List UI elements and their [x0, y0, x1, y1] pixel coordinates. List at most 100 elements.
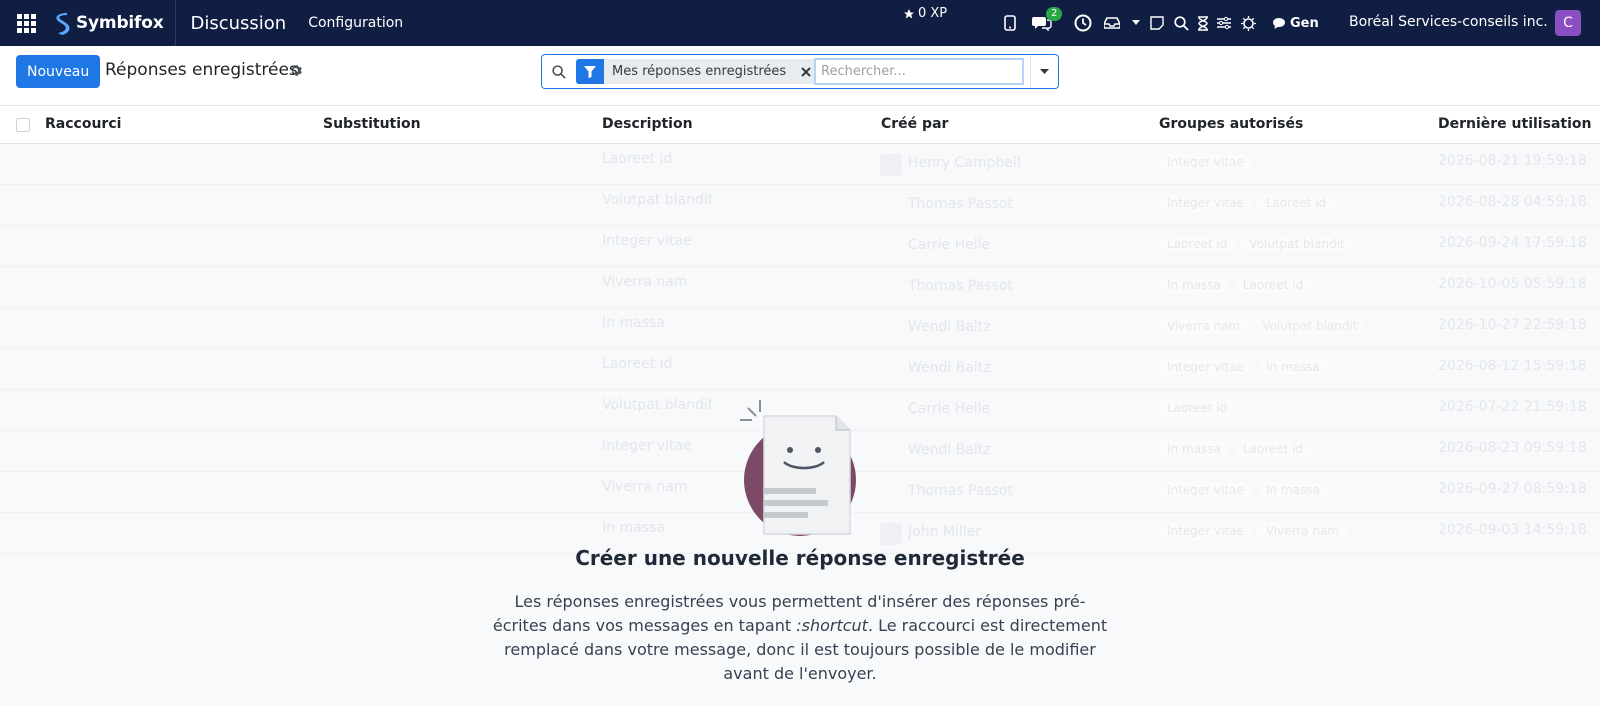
row-description: Viverra nam [602, 479, 688, 495]
brand-logo-icon [56, 13, 70, 35]
messages-button[interactable]: 2 [1032, 7, 1063, 35]
xp-indicator[interactable]: 0 XP [903, 6, 947, 21]
row-last-used: 2026-08-21 19:59:18 [1438, 153, 1587, 169]
gen-button[interactable]: Gen [1272, 11, 1319, 35]
messages-badge: 2 [1046, 7, 1063, 21]
avatar [880, 523, 902, 545]
row-last-used: 2026-09-27 08:59:18 [1438, 481, 1587, 497]
row-created-by: John Miller [908, 524, 982, 540]
row-created-by: Wendi Baltz [908, 360, 991, 376]
group-tag: In massa [1257, 359, 1328, 375]
systray: 2 Gen [1004, 0, 1325, 46]
bug-icon[interactable] [1241, 11, 1256, 35]
row-last-used: 2026-10-05 05:59:18 [1438, 276, 1587, 292]
new-button[interactable]: Nouveau [16, 55, 101, 88]
user-avatar[interactable]: C [1555, 10, 1581, 36]
speech-bubble-icon [1273, 17, 1285, 29]
page-title: Réponses enregistrées [105, 60, 298, 80]
group-tag: Integer vitae [1159, 154, 1252, 170]
note-icon[interactable] [1150, 11, 1164, 35]
row-created-by: Carrie Helle [908, 401, 991, 417]
filter-icon [576, 59, 604, 84]
table-row: Laoreet id Wendi Baltz Integer vitae In m… [0, 349, 1600, 390]
sliders-icon[interactable] [1217, 11, 1231, 35]
facet-label: Mes réponses enregistrées [612, 64, 787, 79]
row-created-by: Henry Campbell [908, 155, 1021, 171]
table-row: In massa Wendi Baltz Viverra nam Volutpat… [0, 308, 1600, 349]
group-tag: Laoreet id [1234, 277, 1312, 293]
column-last-used[interactable]: Dernière utilisation [1438, 116, 1591, 132]
xp-value: 0 XP [918, 6, 948, 21]
group-tag: Integer vitae [1159, 523, 1252, 539]
row-created-by: Carrie Helle [908, 237, 991, 253]
group-tag: Viverra nam [1257, 523, 1348, 539]
group-tag: Volutpat blandit [1241, 236, 1353, 252]
group-tag: In massa [1159, 441, 1229, 457]
group-tag: In massa [1159, 277, 1229, 293]
row-created-by: Thomas Passot [908, 196, 1013, 212]
gen-label: Gen [1290, 15, 1319, 31]
column-shortcut[interactable]: Raccourci [45, 116, 121, 132]
brand-name: Symbifox [76, 13, 164, 33]
row-last-used: 2026-10-27 22:59:18 [1438, 317, 1587, 333]
caret-down-icon[interactable] [1132, 11, 1140, 35]
group-tag: Integer vitae [1159, 195, 1252, 211]
group-tag: Laoreet id [1234, 441, 1312, 457]
search-facet[interactable]: Mes réponses enregistrées [576, 59, 819, 84]
gear-icon[interactable] [289, 62, 302, 81]
empty-state-text: Les réponses enregistrées vous permetten… [492, 592, 1108, 683]
hourglass-icon[interactable] [1197, 11, 1209, 35]
group-tag: Viverra nam [1159, 318, 1249, 334]
row-created-by: Thomas Passot [908, 483, 1013, 499]
table-row: Volutpat blandit Thomas Passot Integer v… [0, 185, 1600, 226]
list-header: Raccourci Substitution Description Créé … [0, 106, 1600, 144]
top-navbar: Symbifox Discussion Configuration 0 XP 2 [0, 0, 1600, 46]
row-created-by: Wendi Baltz [908, 319, 991, 335]
select-all-checkbox[interactable] [16, 118, 30, 132]
avatar [880, 154, 902, 176]
column-authorized-groups[interactable]: Groupes autorisés [1159, 116, 1303, 132]
row-description: Volutpat blandit [602, 192, 714, 208]
row-description: Volutpat blandit [602, 397, 714, 413]
row-last-used: 2026-09-24 17:59:18 [1438, 235, 1587, 251]
smiling-document-icon [740, 400, 856, 536]
row-created-by: Thomas Passot [908, 278, 1013, 294]
star-icon [904, 8, 914, 18]
search-options-toggle[interactable] [1030, 55, 1058, 88]
company-switcher[interactable]: Boréal Services-conseils inc. [1349, 14, 1548, 30]
column-description[interactable]: Description [602, 116, 693, 132]
nav-configuration[interactable]: Configuration [308, 15, 403, 31]
table-row: Laoreet id Henry Campbell Integer vitae … [0, 144, 1600, 185]
empty-state-title: Créer une nouvelle réponse enregistrée [575, 546, 1025, 570]
column-substitution[interactable]: Substitution [323, 116, 421, 132]
row-description: In massa [602, 315, 665, 331]
group-tag: Laoreet id [1159, 236, 1236, 252]
shortcut-example: :shortcut [796, 616, 868, 635]
table-row: Integer vitae Carrie Helle Laoreet id Vol… [0, 226, 1600, 267]
row-description: Laoreet id [602, 356, 673, 372]
mobile-icon[interactable] [1004, 11, 1016, 35]
search-icon[interactable] [1174, 11, 1189, 35]
search-icon [552, 64, 566, 83]
row-description: Viverra nam [602, 274, 688, 290]
row-description: Integer vitae [602, 233, 692, 249]
inbox-icon[interactable] [1104, 11, 1120, 35]
apps-menu-button[interactable] [0, 0, 52, 46]
caret-down-icon [1040, 68, 1049, 74]
group-tag: Integer vitae [1159, 359, 1252, 375]
control-panel: Nouveau Réponses enregistrées Mes répons… [0, 46, 1600, 106]
column-created-by[interactable]: Créé par [881, 116, 948, 132]
app-title[interactable]: Discussion [190, 13, 286, 34]
row-last-used: 2026-08-23 09:59:18 [1438, 440, 1587, 456]
row-description: Laoreet id [602, 151, 673, 167]
table-row: Viverra nam Thomas Passot In massa Laoree… [0, 267, 1600, 308]
clock-icon[interactable] [1074, 11, 1092, 35]
group-tag: Volutpat blandit [1254, 318, 1366, 334]
brand[interactable]: Symbifox [52, 0, 177, 46]
row-last-used: 2026-07-22 21:59:18 [1438, 399, 1587, 415]
apps-grid-icon [16, 13, 36, 33]
row-last-used: 2026-08-28 04:59:18 [1438, 194, 1587, 210]
row-last-used: 2026-08-12 15:59:18 [1438, 358, 1587, 374]
search-panel: Mes réponses enregistrées [541, 54, 1059, 89]
search-input[interactable] [814, 58, 1024, 85]
